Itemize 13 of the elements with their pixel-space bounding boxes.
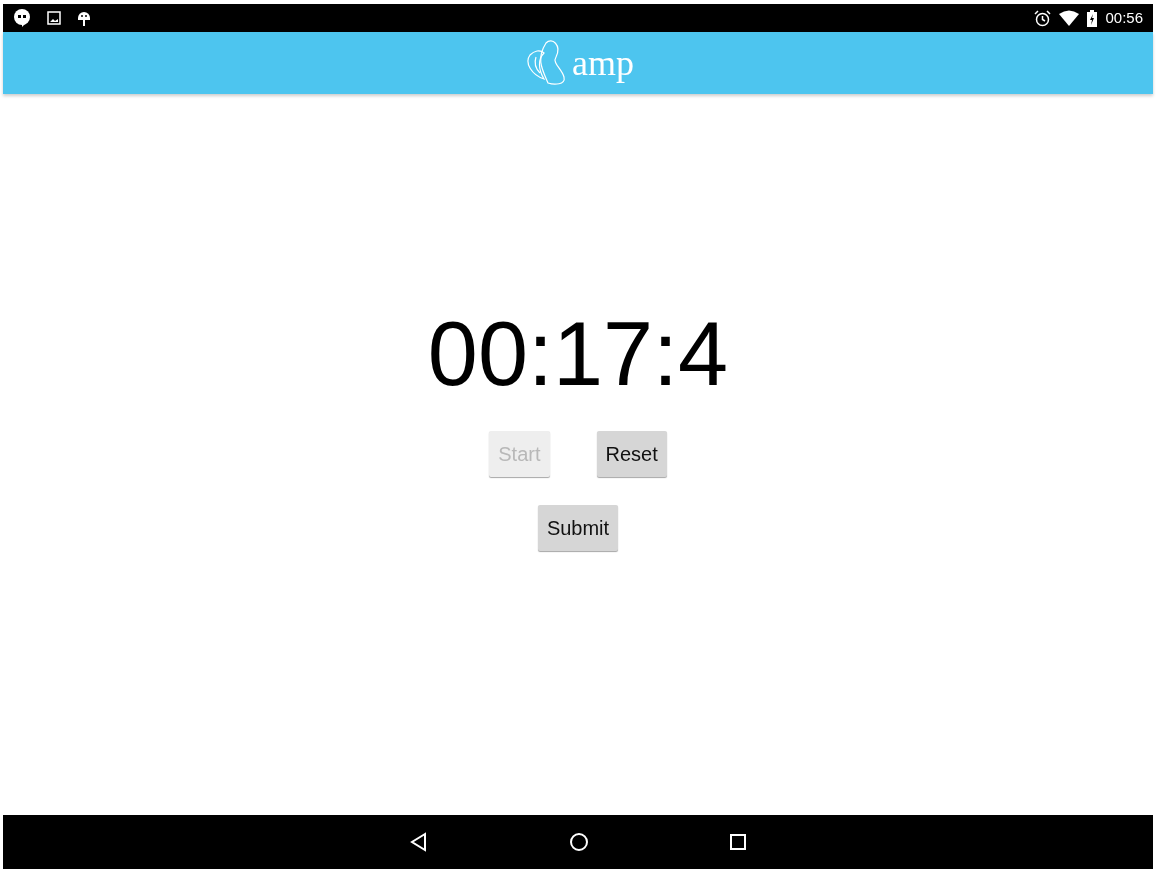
- wifi-icon: [1059, 10, 1080, 26]
- battery-icon: [1087, 9, 1098, 27]
- back-icon[interactable]: [409, 832, 429, 852]
- chat-icon: [13, 9, 31, 27]
- app-title: amp: [572, 45, 634, 81]
- home-icon[interactable]: [569, 832, 589, 852]
- submit-button[interactable]: Submit: [537, 505, 619, 551]
- image-icon: [47, 11, 61, 25]
- alarm-icon: [1034, 9, 1052, 27]
- status-time: 00:56: [1105, 7, 1143, 28]
- reset-button[interactable]: Reset: [596, 431, 667, 477]
- recents-icon[interactable]: [729, 833, 747, 851]
- timer-display: 00:17:4: [427, 309, 729, 399]
